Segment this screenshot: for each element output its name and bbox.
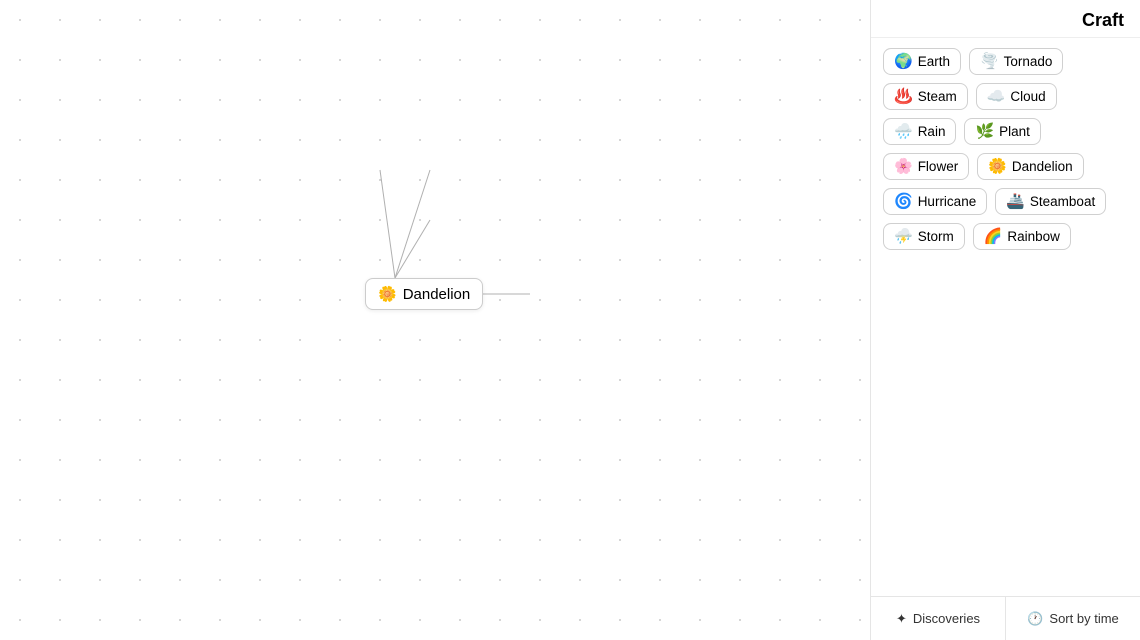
item-chip-storm[interactable]: ⛈️ Storm	[883, 223, 965, 250]
dandelion-icon: 🌼	[988, 159, 1007, 174]
steamboat-label: Steamboat	[1030, 194, 1095, 209]
item-chip-cloud[interactable]: ☁️ Cloud	[976, 83, 1057, 110]
item-chip-tornado[interactable]: 🌪️ Tornado	[969, 48, 1063, 75]
tornado-icon: 🌪️	[980, 54, 999, 69]
item-chip-dandelion[interactable]: 🌼 Dandelion	[977, 153, 1083, 180]
hurricane-label: Hurricane	[918, 194, 977, 209]
earth-label: Earth	[918, 54, 950, 69]
discoveries-button[interactable]: ✦ Discoveries	[871, 597, 1006, 640]
plant-icon: 🌿	[975, 124, 994, 139]
storm-icon: ⛈️	[894, 229, 913, 244]
craft-label: Craft	[1082, 10, 1124, 31]
dandelion-node[interactable]: 🌼 Dandelion	[365, 278, 483, 310]
sort-button[interactable]: 🕐 Sort by time	[1006, 597, 1140, 640]
flower-icon: 🌸	[894, 159, 913, 174]
discoveries-icon: ✦	[896, 611, 907, 627]
connections-svg	[0, 0, 870, 640]
item-chip-plant[interactable]: 🌿 Plant	[964, 118, 1040, 145]
node-label: Dandelion	[403, 286, 471, 303]
steam-icon: ♨️	[894, 89, 913, 104]
earth-icon: 🌍	[894, 54, 913, 69]
canvas-area[interactable]: 🌼 Dandelion	[0, 0, 870, 640]
sort-label: Sort by time	[1049, 611, 1118, 626]
node-icon: 🌼	[378, 285, 397, 303]
storm-label: Storm	[918, 229, 954, 244]
tornado-label: Tornado	[1004, 54, 1053, 69]
dandelion-label: Dandelion	[1012, 159, 1073, 174]
cloud-label: Cloud	[1010, 89, 1045, 104]
items-grid: 🌍 Earth 🌪️ Tornado ♨️ Steam ☁️ Cloud 🌧️ Rain 🌿 Plan…	[871, 38, 1140, 596]
rainbow-icon: 🌈	[984, 229, 1003, 244]
steam-label: Steam	[918, 89, 957, 104]
item-chip-earth[interactable]: 🌍 Earth	[883, 48, 961, 75]
item-chip-rainbow[interactable]: 🌈 Rainbow	[973, 223, 1071, 250]
steamboat-icon: 🚢	[1006, 194, 1025, 209]
discoveries-label: Discoveries	[913, 611, 980, 626]
plant-label: Plant	[999, 124, 1030, 139]
item-chip-flower[interactable]: 🌸 Flower	[883, 153, 969, 180]
right-panel: Craft 🌍 Earth 🌪️ Tornado ♨️ Steam ☁️ Cloud 🌧️ Rai…	[870, 0, 1140, 640]
hurricane-icon: 🌀	[894, 194, 913, 209]
panel-header: Craft	[871, 0, 1140, 38]
item-chip-steamboat[interactable]: 🚢 Steamboat	[995, 188, 1106, 215]
panel-footer: ✦ Discoveries 🕐 Sort by time	[871, 596, 1140, 640]
item-chip-hurricane[interactable]: 🌀 Hurricane	[883, 188, 987, 215]
rain-label: Rain	[918, 124, 946, 139]
cloud-icon: ☁️	[987, 89, 1006, 104]
rain-icon: 🌧️	[894, 124, 913, 139]
rainbow-label: Rainbow	[1007, 229, 1060, 244]
item-chip-rain[interactable]: 🌧️ Rain	[883, 118, 956, 145]
flower-label: Flower	[918, 159, 959, 174]
sort-icon: 🕐	[1027, 611, 1043, 627]
item-chip-steam[interactable]: ♨️ Steam	[883, 83, 968, 110]
